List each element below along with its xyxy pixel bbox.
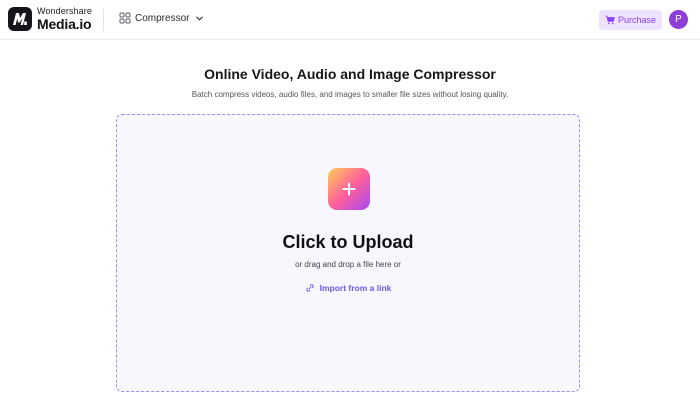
tool-selector-dropdown[interactable]: Compressor: [119, 12, 204, 24]
import-link-label: Import from a link: [319, 283, 392, 293]
page-title: Online Video, Audio and Image Compressor: [204, 66, 496, 82]
grid-icon: [119, 12, 131, 24]
tool-selector-label: Compressor: [135, 12, 190, 24]
media-io-logo-icon: [8, 7, 32, 31]
upload-heading: Click to Upload: [282, 232, 414, 252]
top-header: Wondershare Media.io Compressor Purchase…: [0, 0, 700, 40]
brand-name: Wondershare Media.io: [37, 6, 92, 32]
purchase-label: Purchase: [617, 15, 657, 25]
brand-name-bottom: Media.io: [37, 16, 92, 32]
upload-dropzone[interactable]: Click to Upload or drag and drop a file …: [116, 114, 580, 392]
cart-icon: [605, 15, 615, 25]
link-icon: [305, 284, 314, 292]
page-subtitle: Batch compress videos, audio files, and …: [191, 90, 509, 99]
import-from-link[interactable]: Import from a link: [117, 283, 579, 293]
purchase-button[interactable]: Purchase: [599, 10, 662, 30]
brand-logo[interactable]: Wondershare Media.io: [8, 7, 92, 31]
upload-button[interactable]: [328, 168, 370, 210]
header-divider: [103, 9, 104, 31]
chevron-down-icon: [196, 16, 204, 20]
plus-icon: [342, 182, 356, 196]
user-avatar[interactable]: P: [669, 10, 688, 29]
upload-hint: or drag and drop a file here or: [295, 260, 401, 269]
brand-name-top: Wondershare: [37, 6, 92, 16]
